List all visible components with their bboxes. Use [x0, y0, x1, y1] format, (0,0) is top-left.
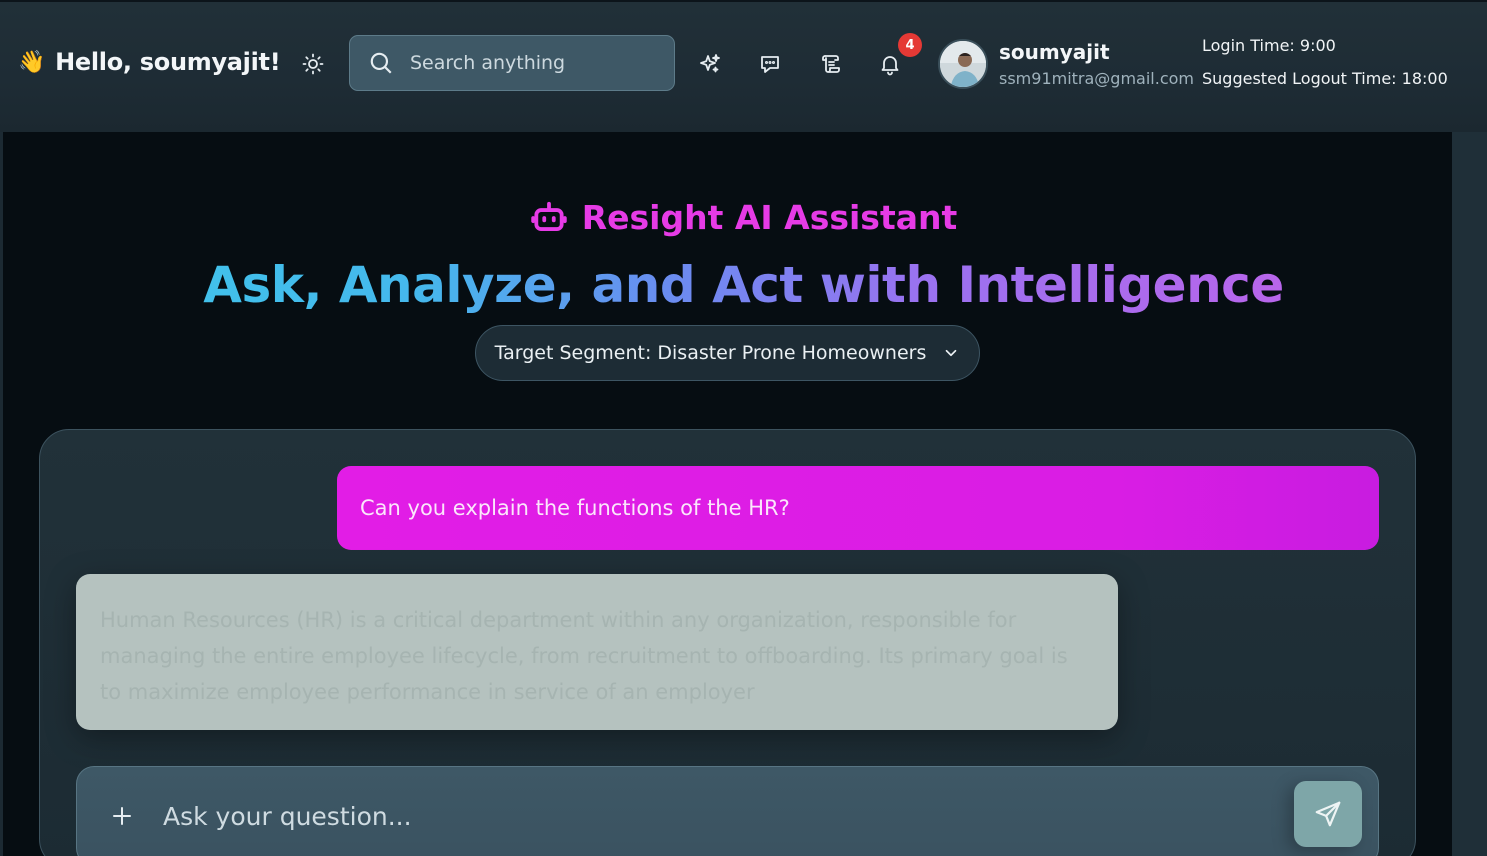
search-input[interactable]	[410, 52, 650, 74]
greeting: 👋 Hello, soumyajit!	[18, 48, 281, 76]
chat-icon	[761, 56, 779, 73]
sparkles-icon	[700, 54, 720, 73]
sun-icon	[302, 53, 324, 75]
target-segment-dropdown[interactable]: Target Segment: Disaster Prone Homeowner…	[475, 325, 980, 381]
theme-toggle-button[interactable]	[293, 44, 333, 84]
avatar[interactable]	[938, 39, 988, 89]
suggested-logout-time: Suggested Logout Time: 18:00	[1202, 69, 1448, 88]
assistant-message-text: Human Resources (HR) is a critical depar…	[100, 608, 1068, 704]
top-header: 👋 Hello, soumyajit! Search anything 4 so…	[0, 0, 1487, 132]
assistant-title-text: Resight AI Assistant	[581, 198, 958, 237]
scroll-icon	[822, 55, 840, 73]
user-name: soumyajit	[999, 40, 1110, 64]
user-email: ssm91mitra@gmail.com	[999, 69, 1194, 88]
bell-icon	[881, 56, 899, 76]
greeting-text: Hello, soumyajit!	[55, 48, 281, 76]
login-time: Login Time: 9:00	[1202, 36, 1336, 55]
ai-sparkles-button[interactable]	[690, 44, 730, 84]
search-icon	[370, 52, 392, 74]
attach-button[interactable]	[102, 796, 142, 836]
chevron-down-icon	[946, 349, 957, 357]
documents-button[interactable]	[810, 44, 850, 84]
scrollbar-track[interactable]	[1452, 132, 1487, 856]
user-message: Can you explain the functions of the HR?	[337, 466, 1379, 550]
notification-count-badge: 4	[898, 33, 922, 57]
headline: Ask, Analyze, and Act with Intelligence	[0, 256, 1487, 314]
waving-hand-icon: 👋	[18, 49, 46, 75]
messages-button[interactable]	[750, 44, 790, 84]
send-icon	[1315, 801, 1341, 827]
search-box[interactable]	[349, 35, 675, 91]
assistant-title: Resight AI Assistant	[0, 198, 1487, 237]
question-input[interactable]	[163, 796, 1263, 836]
assistant-message: Human Resources (HR) is a critical depar…	[76, 574, 1118, 730]
user-message-text: Can you explain the functions of the HR?	[360, 496, 790, 520]
plus-icon	[113, 807, 131, 825]
send-button[interactable]	[1294, 781, 1362, 847]
user-photo-icon	[940, 41, 986, 87]
robot-icon	[531, 201, 567, 231]
target-segment-label: Target Segment: Disaster Prone Homeowner…	[494, 342, 927, 364]
